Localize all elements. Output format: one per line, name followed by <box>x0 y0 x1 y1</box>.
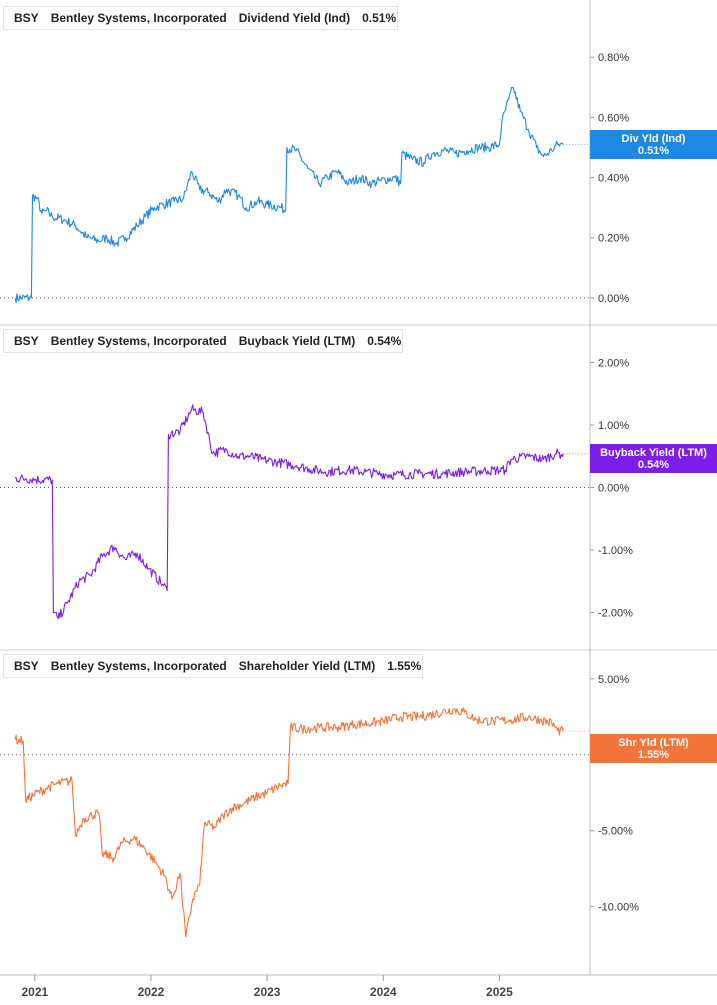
legend-company: Bentley Systems, Incorporated <box>50 11 227 25</box>
x-tick-label: 2024 <box>370 985 397 999</box>
legend-company: Bentley Systems, Incorporated <box>50 334 227 348</box>
x-tick-label: 2023 <box>254 985 281 999</box>
legend-metric: Shareholder Yield (LTM) <box>238 659 376 673</box>
legend-ticker: BSY <box>14 659 39 673</box>
y-tick-label: -10.00% <box>598 902 639 914</box>
y-tick-label: 5.00% <box>598 674 629 686</box>
value-tag-shareholder: Shr Yld (LTM) 1.55% <box>590 734 717 763</box>
y-tick-label: 0.40% <box>598 173 629 185</box>
legend-company: Bentley Systems, Incorporated <box>50 659 227 673</box>
legend-metric: Dividend Yield (Ind) <box>238 11 351 25</box>
y-tick-label: -1.00% <box>598 545 633 557</box>
y-tick-label: 0.00% <box>598 293 629 305</box>
value-tag-dividend: Div Yld (Ind) 0.51% <box>590 130 717 159</box>
tag-value: 1.55% <box>637 748 670 761</box>
y-tick-label: 0.60% <box>598 112 629 124</box>
legend-shareholder-yield: BSY Bentley Systems, Incorporated Shareh… <box>3 654 423 678</box>
y-tick-label: -5.00% <box>598 826 633 838</box>
tag-label: Div Yld (Ind) <box>621 132 686 145</box>
series-line <box>14 86 564 304</box>
tag-value: 0.54% <box>637 458 670 471</box>
series-line <box>14 404 564 620</box>
tag-label: Buyback Yield (LTM) <box>600 446 707 459</box>
legend-ticker: BSY <box>14 334 39 348</box>
legend-value: 0.51% <box>362 11 397 25</box>
legend-ticker: BSY <box>14 11 39 25</box>
tag-label: Shr Yld (LTM) <box>618 736 689 749</box>
legend-buyback-yield: BSY Bentley Systems, Incorporated Buybac… <box>3 329 403 353</box>
tag-value: 0.51% <box>637 144 670 157</box>
series-line <box>14 707 564 938</box>
legend-value: 1.55% <box>387 659 422 673</box>
value-tag-buyback: Buyback Yield (LTM) 0.54% <box>590 444 717 473</box>
legend-dividend-yield: BSY Bentley Systems, Incorporated Divide… <box>3 6 398 30</box>
x-tick-label: 2021 <box>21 985 48 999</box>
y-tick-label: 0.80% <box>598 52 629 64</box>
y-tick-label: 0.20% <box>598 233 629 245</box>
x-tick-label: 2025 <box>486 985 513 999</box>
y-tick-label: 2.00% <box>598 358 629 370</box>
x-tick-label: 2022 <box>138 985 165 999</box>
y-tick-label: -2.00% <box>598 608 633 620</box>
legend-value: 0.54% <box>367 334 402 348</box>
legend-metric: Buyback Yield (LTM) <box>238 334 356 348</box>
y-tick-label: 0.00% <box>598 483 629 495</box>
y-tick-label: 1.00% <box>598 420 629 432</box>
